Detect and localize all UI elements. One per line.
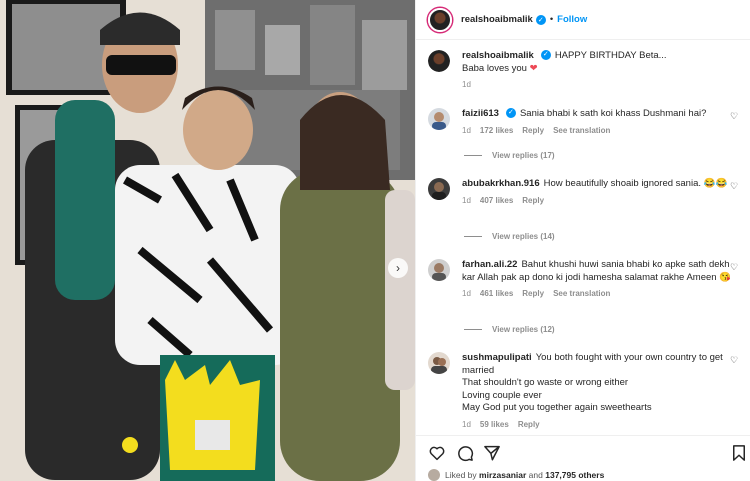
replies-divider bbox=[464, 155, 482, 156]
comment-username[interactable]: faizii613 bbox=[462, 108, 499, 119]
red-heart-emoji: ❤ bbox=[529, 62, 538, 74]
bookmark-icon[interactable] bbox=[730, 444, 748, 462]
caption-username[interactable]: realshoaibmalik bbox=[462, 50, 534, 61]
replies-divider bbox=[464, 236, 482, 237]
liked-by-prefix: Liked by bbox=[445, 470, 477, 480]
chevron-right-icon: › bbox=[396, 261, 400, 275]
comment-text-line: That shouldn't go waste or wrong either bbox=[462, 377, 629, 388]
commenter-avatar[interactable] bbox=[428, 178, 450, 200]
heart-icon[interactable] bbox=[428, 444, 446, 462]
post-details-panel: realshoaibmalik ✓ • Follow realshoaibmal… bbox=[415, 0, 750, 481]
like-comment-heart-icon[interactable]: ♡ bbox=[730, 262, 740, 272]
post-photo: › bbox=[0, 0, 415, 481]
view-replies-label: View replies (12) bbox=[492, 325, 555, 334]
comments-list[interactable]: realshoaibmalik ✓ HAPPY BIRTHDAY Beta... B… bbox=[416, 40, 750, 435]
comment-time: 1d bbox=[462, 419, 471, 429]
post-photo-illustration bbox=[0, 0, 415, 481]
comment-likes[interactable]: 59 likes bbox=[480, 419, 509, 432]
caption-avatar[interactable] bbox=[428, 50, 450, 72]
like-comment-heart-icon[interactable]: ♡ bbox=[730, 181, 740, 191]
liker-avatar bbox=[428, 469, 440, 481]
commenter-avatar[interactable] bbox=[428, 108, 450, 130]
share-icon[interactable] bbox=[483, 444, 501, 462]
verified-badge-icon: ✓ bbox=[505, 108, 516, 119]
comment-likes[interactable]: 461 likes bbox=[480, 288, 513, 301]
comment-text: How beautifully shoaib ignored sania. 😂😂 bbox=[543, 178, 728, 189]
comment-text: Sania bhabi k sath koi khass Dushmani ha… bbox=[519, 108, 707, 119]
author-avatar[interactable] bbox=[428, 7, 452, 32]
comment-username[interactable]: farhan.ali.22 bbox=[462, 259, 517, 270]
caption-time: 1d bbox=[462, 80, 471, 89]
liked-by-others[interactable]: 137,795 others bbox=[545, 470, 604, 480]
follow-button[interactable]: Follow bbox=[557, 14, 587, 25]
commenter-avatar[interactable] bbox=[428, 352, 450, 374]
separator-dot: • bbox=[549, 14, 554, 25]
view-replies-label: View replies (14) bbox=[492, 232, 555, 241]
post-header: realshoaibmalik ✓ • Follow bbox=[416, 0, 750, 40]
verified-badge-icon: ✓ bbox=[540, 50, 551, 61]
reply-button[interactable]: Reply bbox=[522, 125, 544, 138]
liked-by-line: Liked by mirzasaniar and 137,795 others bbox=[428, 469, 748, 481]
like-comment-heart-icon[interactable]: ♡ bbox=[730, 111, 740, 121]
carousel-next-button[interactable]: › bbox=[388, 258, 408, 278]
see-translation-button[interactable]: See translation bbox=[553, 125, 610, 138]
comment-username[interactable]: abubakrkhan.916 bbox=[462, 178, 540, 189]
comment-time: 1d bbox=[462, 125, 471, 135]
comment-likes[interactable]: 172 likes bbox=[480, 125, 513, 138]
comment-username[interactable]: sushmapulipati bbox=[462, 352, 532, 363]
view-replies-button[interactable]: View replies (17) bbox=[464, 151, 555, 160]
commenter-avatar[interactable] bbox=[428, 259, 450, 281]
comment-text-line: May God put you together again sweethear… bbox=[462, 402, 652, 413]
comment-likes[interactable]: 407 likes bbox=[480, 195, 513, 208]
reply-button[interactable]: Reply bbox=[522, 195, 544, 208]
comment-time: 1d bbox=[462, 289, 471, 298]
author-username[interactable]: realshoaibmalik bbox=[461, 14, 533, 25]
view-replies-button[interactable]: View replies (12) bbox=[464, 325, 555, 334]
reply-button[interactable]: Reply bbox=[522, 288, 544, 301]
see-translation-button[interactable]: See translation bbox=[553, 288, 610, 301]
verified-badge-icon: ✓ bbox=[535, 14, 546, 25]
view-replies-label: View replies (17) bbox=[492, 151, 555, 160]
replies-divider bbox=[464, 329, 482, 330]
liked-by-user[interactable]: mirzasaniar bbox=[479, 470, 526, 480]
caption-text-line2: Baba loves you bbox=[462, 62, 527, 74]
liked-by-and: and bbox=[528, 470, 543, 480]
comment-time: 1d bbox=[462, 195, 471, 205]
like-comment-heart-icon[interactable]: ♡ bbox=[730, 355, 740, 365]
comment-text-line: Loving couple ever bbox=[462, 389, 542, 401]
reply-button[interactable]: Reply bbox=[518, 419, 540, 432]
post-actions-bar bbox=[416, 435, 750, 469]
view-replies-button[interactable]: View replies (14) bbox=[464, 232, 555, 241]
comment-icon[interactable] bbox=[456, 444, 474, 462]
caption-text-line1: HAPPY BIRTHDAY Beta... bbox=[554, 50, 667, 61]
